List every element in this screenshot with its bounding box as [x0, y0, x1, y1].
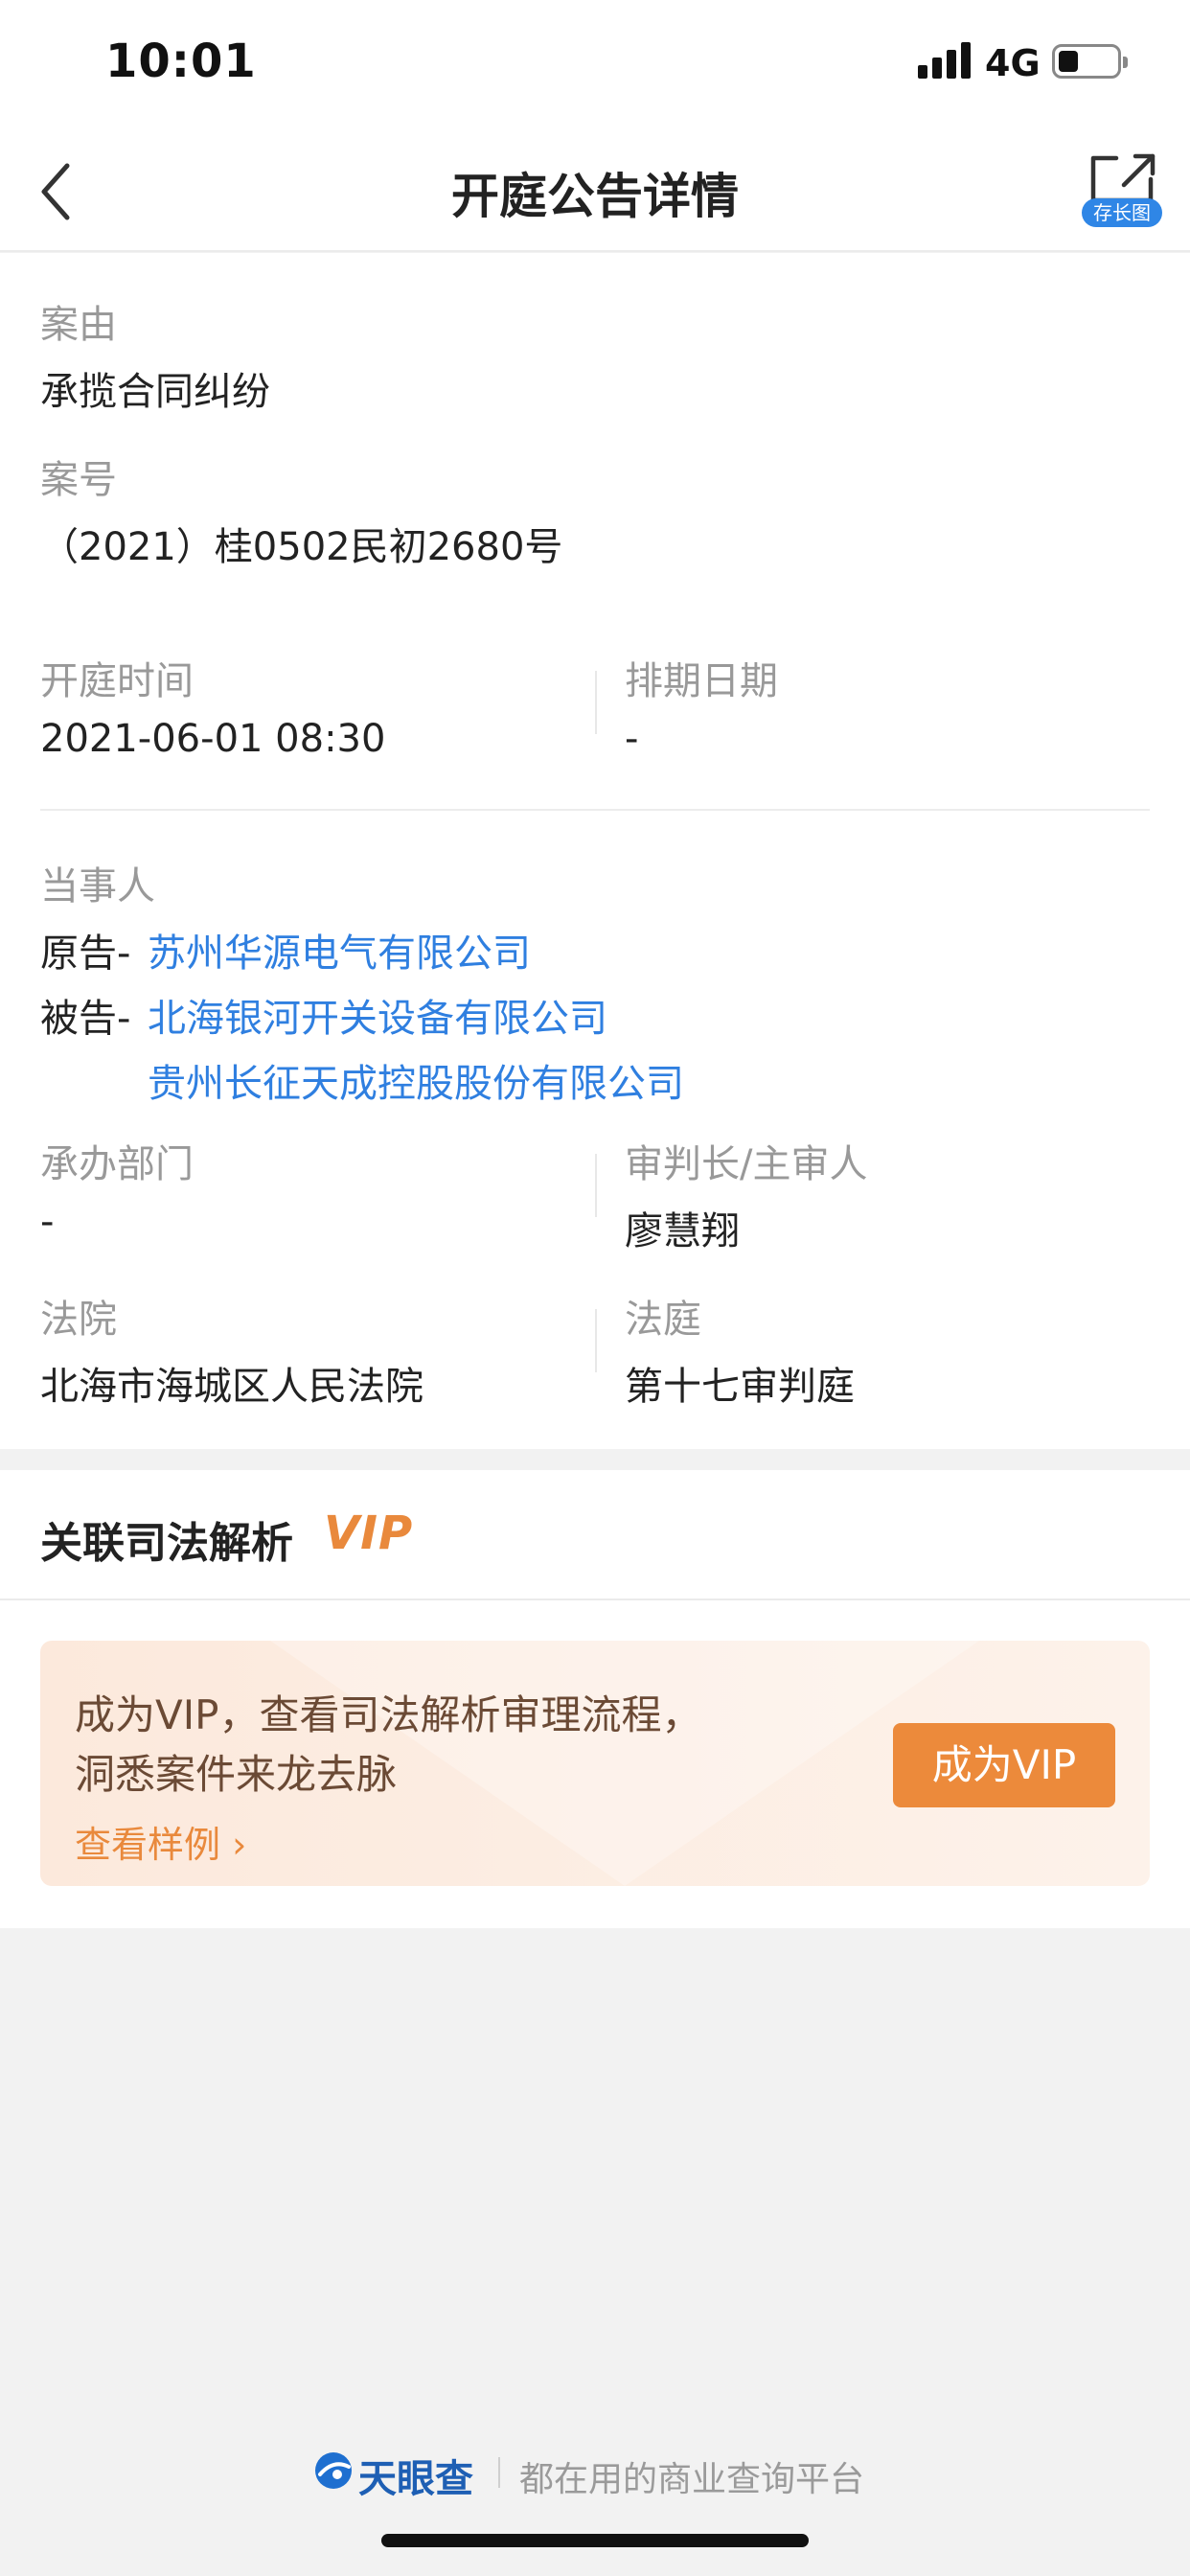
defendant-company-link[interactable]: 北海银河开关设备有限公司	[148, 987, 607, 1043]
page-title: 开庭公告详情	[451, 169, 739, 224]
status-time: 10:01	[105, 34, 257, 88]
hearing-time-label: 开庭时间	[40, 659, 194, 703]
courtroom-value: 第十七审判庭	[625, 1365, 855, 1409]
judge-value: 廖慧翔	[625, 1209, 740, 1254]
share-icon	[1090, 153, 1156, 203]
column-divider	[595, 1154, 597, 1217]
column-divider	[595, 671, 597, 734]
hearing-detail-card: 案由 承揽合同纠纷 案号 （2021）桂0502民初2680号 开庭时间 202…	[0, 253, 1190, 1449]
brand-slogan: 都在用的商业查询平台	[519, 2460, 865, 2499]
section-divider	[0, 1598, 1190, 1600]
become-vip-button[interactable]: 成为VIP	[893, 1723, 1115, 1807]
vip-promo-banner: 成为VIP，查看司法解析审理流程， 洞悉案件来龙去脉 查看样例 › 成为VIP	[40, 1641, 1150, 1886]
cellular-signal-icon	[918, 42, 973, 79]
vip-logo: VIP	[324, 1506, 414, 1560]
case-cause-label: 案由	[40, 303, 117, 347]
parties-label: 当事人	[40, 864, 155, 908]
hearing-time-value: 2021-06-01 08:30	[40, 717, 386, 761]
home-indicator	[381, 2534, 809, 2547]
brand-name: 天眼查	[358, 2457, 473, 2501]
courtroom-label: 法庭	[625, 1298, 701, 1342]
plaintiff-company-link[interactable]: 苏州华源电气有限公司	[148, 922, 531, 978]
plaintiff-prefix: 原告-	[40, 932, 131, 976]
case-number-value: （2021）桂0502民初2680号	[40, 525, 563, 569]
footer-divider	[498, 2457, 500, 2488]
schedule-date-label: 排期日期	[625, 659, 778, 703]
department-value: -	[40, 1200, 55, 1244]
save-long-image-badge: 存长图	[1082, 198, 1162, 227]
network-type: 4G	[985, 42, 1041, 84]
nav-bar: 开庭公告详情 存长图	[0, 129, 1190, 252]
footer-brand: 天眼查 都在用的商业查询平台	[0, 2444, 1190, 2501]
schedule-date-value: -	[625, 717, 639, 761]
promo-text-line2: 洞悉案件来龙去脉	[75, 1751, 398, 1798]
case-cause-value: 承揽合同纠纷	[40, 370, 270, 414]
judge-label: 审判长/主审人	[625, 1142, 868, 1186]
defendant-prefix: 被告-	[40, 997, 131, 1041]
related-section-title: 关联司法解析	[40, 1519, 293, 1568]
related-judicial-analysis-section: 关联司法解析 VIP 成为VIP，查看司法解析审理流程， 洞悉案件来龙去脉 查看…	[0, 1470, 1190, 1928]
tianyancha-logo-icon	[315, 2452, 352, 2489]
court-label: 法院	[40, 1298, 117, 1342]
defendant-company-link[interactable]: 贵州长征天成控股股份有限公司	[148, 1052, 684, 1108]
promo-text-line1: 成为VIP，查看司法解析审理流程，	[75, 1691, 702, 1738]
court-value: 北海市海城区人民法院	[40, 1365, 423, 1409]
status-bar: 10:01 4G	[0, 0, 1190, 129]
department-label: 承办部门	[40, 1142, 194, 1186]
case-number-label: 案号	[40, 458, 117, 502]
battery-icon	[1052, 44, 1128, 79]
section-divider	[40, 809, 1150, 811]
column-divider	[595, 1309, 597, 1372]
save-long-image-button[interactable]: 存长图	[1078, 149, 1166, 241]
view-sample-link[interactable]: 查看样例 ›	[75, 1815, 246, 1868]
